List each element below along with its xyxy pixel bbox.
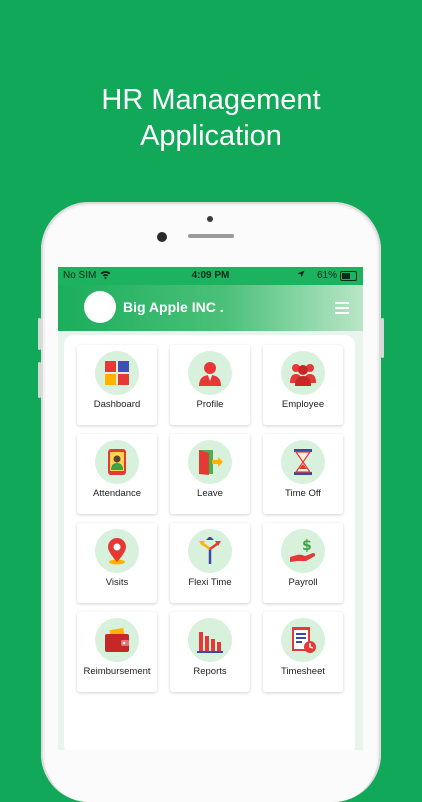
menu-tile-label: Payroll <box>288 577 318 588</box>
svg-text:$: $ <box>302 538 312 554</box>
timesheet-icon <box>292 627 316 653</box>
company-logo[interactable] <box>84 291 116 323</box>
menu-tile-attendance[interactable]: Attendance <box>77 434 157 514</box>
profile-icon <box>199 362 221 386</box>
wallet-icon <box>105 627 129 652</box>
menu-tile-reimbursement[interactable]: Reimbursement <box>77 612 157 692</box>
menu-tile-time-off[interactable]: Time Off <box>263 434 343 514</box>
hourglass-icon <box>294 449 312 475</box>
menu-panel: Dashboard Profile Employee Attendance Le… <box>64 335 355 750</box>
status-bar: No SIM 4:09 PM 61% <box>58 267 363 285</box>
menu-tile-label: Flexi Time <box>188 577 232 588</box>
bar-chart-icon <box>197 632 223 653</box>
menu-tile-employee[interactable]: Employee <box>263 345 343 425</box>
proximity-sensor <box>207 216 213 222</box>
icon-circle: $ <box>281 529 325 573</box>
menu-tile-label: Leave <box>197 488 223 499</box>
menu-tile-label: Employee <box>281 399 325 410</box>
icon-circle <box>95 529 139 573</box>
direction-arrows-icon <box>199 537 221 564</box>
icon-circle <box>188 351 232 395</box>
icon-circle <box>95 440 139 484</box>
phone-side-button-left-1 <box>38 318 41 350</box>
menu-tile-label: Profile <box>196 399 224 410</box>
icon-circle <box>281 351 325 395</box>
menu-tile-reports[interactable]: Reports <box>170 612 250 692</box>
leave-icon <box>199 450 223 475</box>
menu-tile-leave[interactable]: Leave <box>170 434 250 514</box>
menu-tile-visits[interactable]: Visits <box>77 523 157 603</box>
menu-tile-label: Reports <box>193 666 227 677</box>
headline-line-2: Application <box>140 120 282 152</box>
menu-tile-label: Time Off <box>285 488 321 499</box>
menu-tile-profile[interactable]: Profile <box>170 345 250 425</box>
attendance-icon <box>108 449 126 475</box>
icon-circle <box>188 440 232 484</box>
menu-tile-flexi-time[interactable]: Flexi Time <box>170 523 250 603</box>
menu-tile-label: Dashboard <box>93 399 141 410</box>
company-name: Big Apple INC . <box>123 299 224 315</box>
employee-icon <box>290 364 316 386</box>
location-pin-icon <box>108 538 126 565</box>
location-arrow-icon <box>297 270 305 280</box>
payroll-icon: $ <box>290 538 316 562</box>
battery-percent: 61% <box>316 270 337 281</box>
icon-circle <box>95 351 139 395</box>
app-bar: Big Apple INC . <box>58 285 363 331</box>
icon-circle <box>188 529 232 573</box>
menu-tile-label: Timesheet <box>281 666 325 677</box>
menu-tile-label: Attendance <box>92 488 142 499</box>
menu-tile-dashboard[interactable]: Dashboard <box>77 345 157 425</box>
menu-tile-label: Reimbursement <box>83 666 151 677</box>
phone-side-button-left-2 <box>38 362 41 398</box>
earpiece-speaker <box>188 234 234 238</box>
menu-tile-timesheet[interactable]: Timesheet <box>263 612 343 692</box>
headline: HR Management Application <box>0 82 422 154</box>
icon-circle <box>95 618 139 662</box>
dashboard-icon <box>105 361 129 385</box>
icon-circle <box>281 440 325 484</box>
app-screen: No SIM 4:09 PM 61% Big Apple INC . Dashb… <box>58 267 363 750</box>
menu-tile-label: Visits <box>105 577 129 588</box>
front-camera <box>157 232 167 242</box>
menu-tile-payroll[interactable]: $ Payroll <box>263 523 343 603</box>
hamburger-menu-icon[interactable] <box>335 302 349 314</box>
headline-line-1: HR Management <box>101 84 321 116</box>
icon-circle <box>188 618 232 662</box>
phone-side-button-right <box>381 318 384 358</box>
battery-icon <box>340 271 357 281</box>
icon-circle <box>281 618 325 662</box>
